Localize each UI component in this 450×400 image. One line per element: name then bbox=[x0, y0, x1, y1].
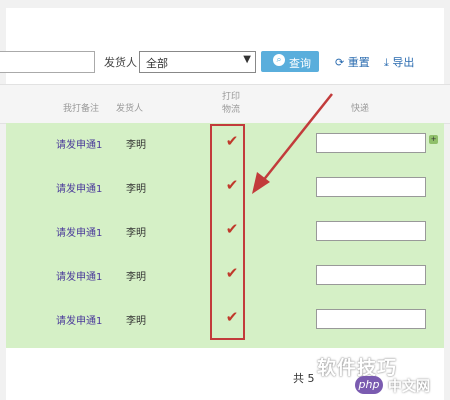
watermark-site: 中文网 bbox=[388, 379, 430, 395]
watermark-logo-badge: php bbox=[355, 376, 383, 394]
watermark-text: 软件技巧 bbox=[317, 357, 398, 379]
annotation-arrow bbox=[252, 93, 333, 194]
total-count: 共 5 bbox=[293, 372, 315, 385]
